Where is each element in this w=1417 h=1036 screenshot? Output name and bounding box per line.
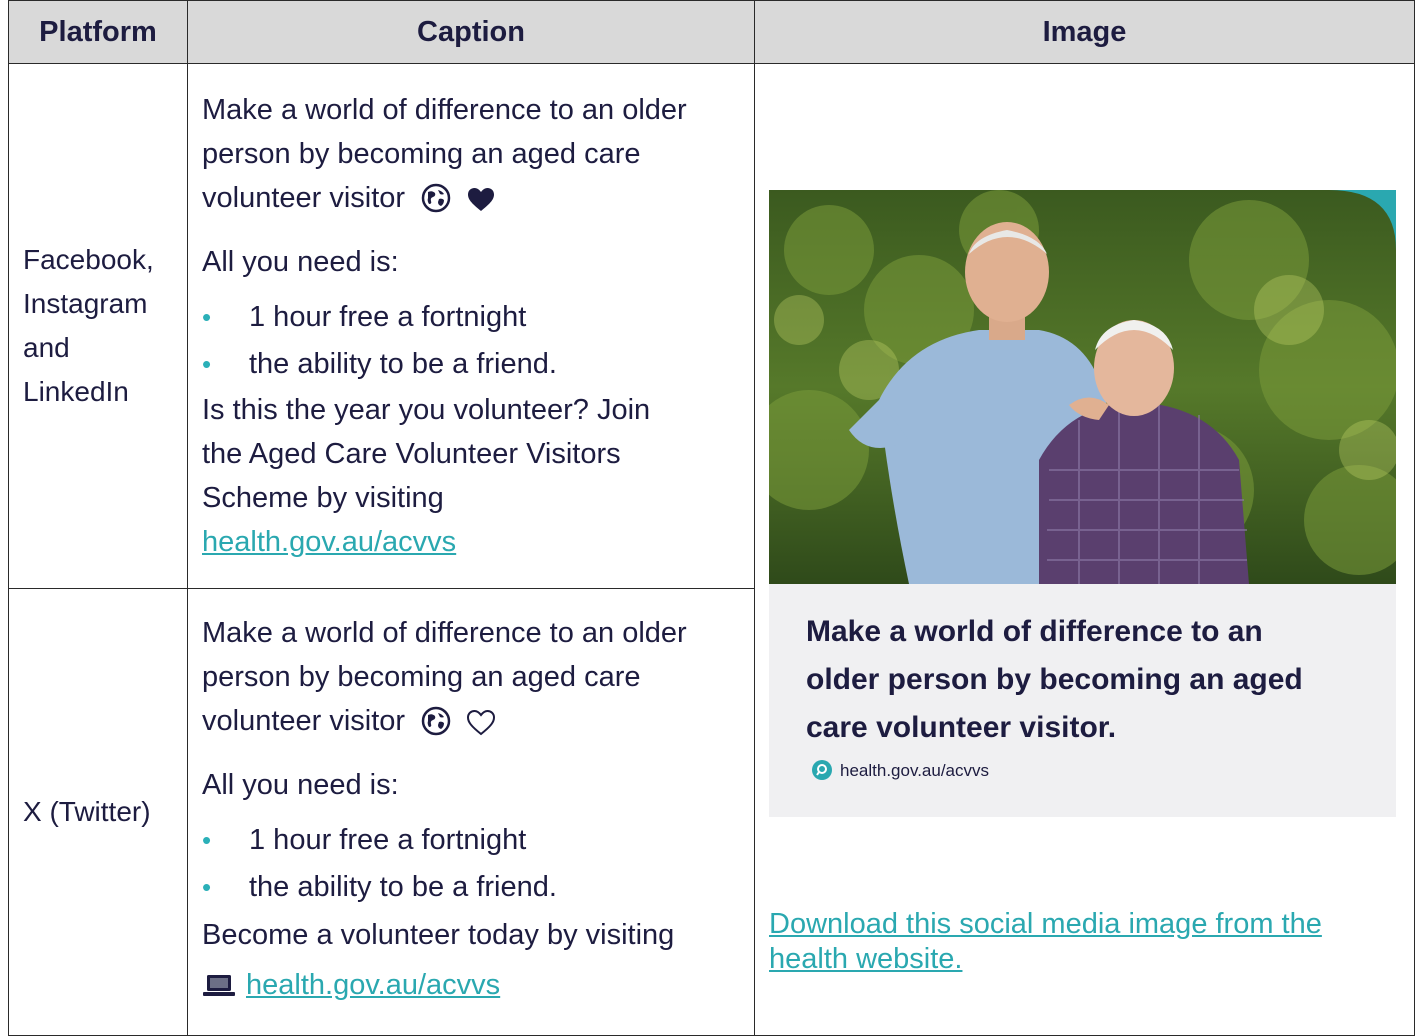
promo-url: health.gov.au/acvvs (812, 760, 989, 781)
closing-line: the Aged Care Volunteer Visitors (202, 438, 621, 470)
social-media-table: Platform Caption Image Facebook, Instagr… (8, 0, 1415, 1036)
promo-headline: Make a world of difference to an older p… (806, 608, 1376, 752)
caption-line: volunteer visitor (202, 182, 406, 214)
closing-line: Scheme by visiting (202, 482, 444, 514)
globe-asia-icon (421, 705, 451, 749)
promo-image: Make a world of difference to an older p… (769, 190, 1396, 817)
list-item: • 1 hour free a fortnight (202, 294, 742, 341)
globe-asia-icon (421, 182, 451, 226)
promo-headline-line: older person by becoming an aged (806, 663, 1303, 696)
laptop-icon (202, 962, 236, 1014)
promo-url-text: health.gov.au/acvvs (840, 761, 989, 780)
image-cell: Make a world of difference to an older p… (754, 63, 1415, 1036)
download-link-line: health website. (769, 943, 963, 975)
bullet-icon: • (202, 824, 212, 855)
closing-line: Become a volunteer today by visiting (202, 918, 675, 951)
promo-photo (769, 190, 1396, 584)
bullet-icon: • (202, 302, 212, 332)
caption-line: Make a world of difference to an older (202, 616, 687, 649)
caption-line: person by becoming an aged care (202, 138, 641, 170)
bullet-list: • 1 hour free a fortnight • the ability to… (202, 294, 742, 388)
caption-link-line: health.gov.au/acvvs (202, 959, 742, 1014)
platform-label: X (Twitter) (23, 796, 151, 827)
caption-line: Make a world of difference to an older (202, 94, 687, 126)
caption-header: Caption (187, 0, 755, 64)
platform-label: and (23, 332, 70, 363)
platform-cell: X (Twitter) (8, 588, 188, 1036)
caption-line-with-emoji: volunteer visitor (202, 699, 742, 749)
download-image-link[interactable]: Download this social media image from th… (769, 907, 1389, 977)
bullet-icon: • (202, 871, 212, 902)
list-item-text: the ability to be a friend. (249, 348, 557, 380)
list-item: • the ability to be a friend. (202, 864, 742, 911)
platform-cell: Facebook, Instagram and LinkedIn (8, 63, 188, 589)
list-item-text: 1 hour free a fortnight (249, 301, 527, 333)
list-item: • the ability to be a friend. (202, 341, 742, 388)
bullet-icon: • (202, 349, 212, 379)
caption-link-line: health.gov.au/acvvs (202, 520, 742, 564)
promo-headline-line: care volunteer visitor. (806, 711, 1117, 744)
caption-cell: Make a world of difference to an older p… (187, 588, 755, 1036)
closing-line: Is this the year you volunteer? Join (202, 394, 651, 426)
platform-header: Platform (8, 0, 188, 64)
header-row: Platform Caption Image (8, 0, 1415, 64)
list-item-text: the ability to be a friend. (249, 870, 557, 903)
search-icon (812, 760, 832, 780)
platform-label: Facebook, (23, 244, 154, 275)
platform-label: Instagram (23, 288, 148, 319)
platform-label: LinkedIn (23, 376, 129, 407)
image-header: Image (754, 0, 1415, 64)
caption-line-with-emoji: volunteer visitor (202, 176, 742, 226)
promo-headline-line: Make a world of difference to an (806, 615, 1263, 648)
bullet-list: • 1 hour free a fortnight • the ability to… (202, 817, 742, 911)
white-heart-icon (467, 705, 496, 749)
download-link-line: Download this social media image from th… (769, 908, 1322, 940)
caption-line: person by becoming an aged care (202, 660, 641, 693)
list-item-text: 1 hour free a fortnight (249, 823, 527, 856)
acvvs-link[interactable]: health.gov.au/acvvs (202, 526, 456, 558)
caption-line: volunteer visitor (202, 704, 406, 737)
list-item: • 1 hour free a fortnight (202, 817, 742, 864)
black-heart-icon (467, 182, 495, 226)
caption-cell: Make a world of difference to an older p… (187, 63, 755, 589)
acvvs-link[interactable]: health.gov.au/acvvs (246, 969, 500, 1001)
need-line: All you need is: (202, 246, 399, 278)
table-row: Facebook, Instagram and LinkedIn Make a … (8, 63, 1415, 1036)
need-line: All you need is: (202, 768, 399, 801)
